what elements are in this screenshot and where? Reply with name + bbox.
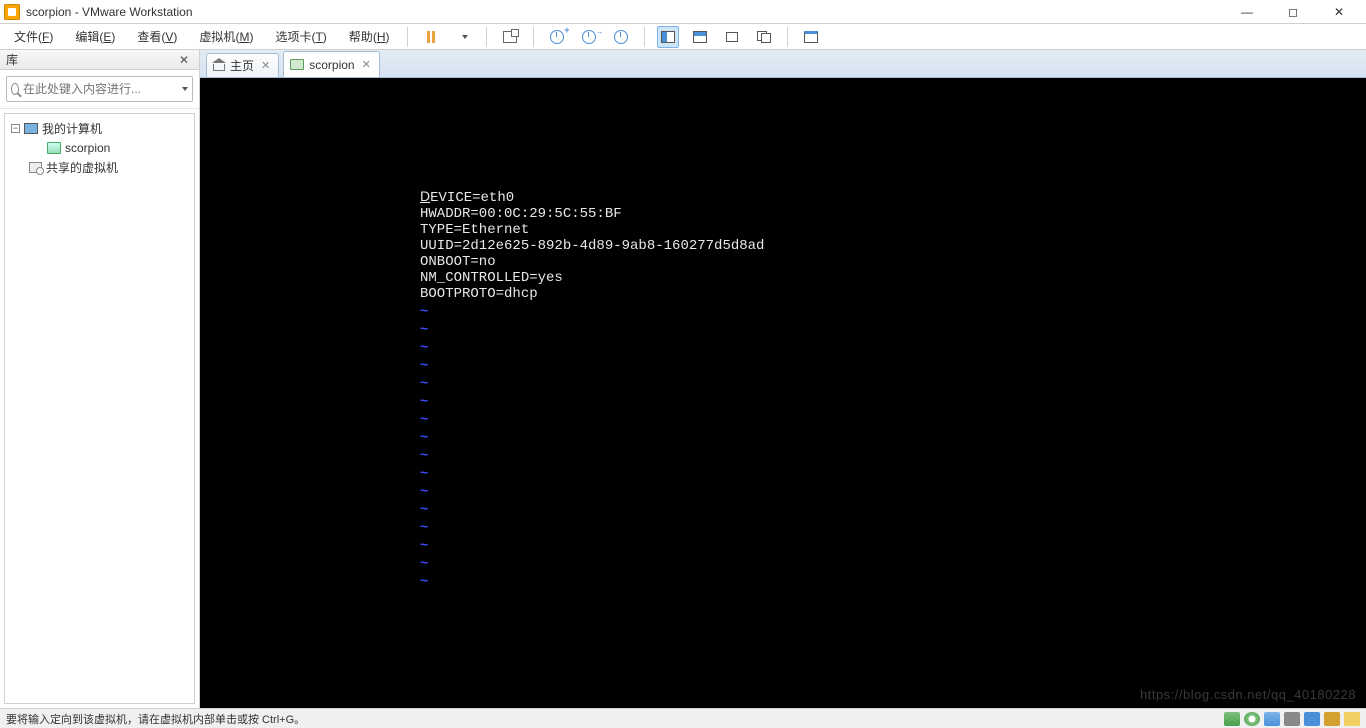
tab-home[interactable]: 主页 ✕: [206, 53, 279, 77]
menu-edit[interactable]: 编辑(E): [69, 26, 121, 47]
tree-label: 我的计算机: [42, 120, 102, 137]
content-area: 主页 ✕ scorpion ✕ DEVICE=eth0 HWADDR=00:0C…: [200, 50, 1366, 708]
pause-button[interactable]: [420, 26, 442, 48]
home-icon: [213, 61, 225, 71]
tab-scorpion[interactable]: scorpion ✕: [283, 51, 380, 77]
shared-icon: [29, 162, 42, 173]
search-box[interactable]: [6, 76, 193, 102]
tree-shared-vms[interactable]: 共享的虚拟机: [7, 157, 192, 178]
harddisk-icon[interactable]: [1224, 712, 1240, 726]
status-text: 要将输入定向到该虚拟机，请在虚拟机内部单击或按 Ctrl+G。: [6, 711, 305, 727]
unity-button[interactable]: [753, 26, 775, 48]
menu-tabs[interactable]: 选项卡(T): [269, 26, 332, 47]
power-dropdown[interactable]: [452, 26, 474, 48]
minimize-button[interactable]: —: [1224, 0, 1270, 24]
statusbar: 要将输入定向到该虚拟机，请在虚拟机内部单击或按 Ctrl+G。: [0, 708, 1366, 728]
snapshot-take-button[interactable]: [546, 26, 568, 48]
computer-icon: [24, 123, 38, 134]
close-button[interactable]: ✕: [1316, 0, 1362, 24]
vm-icon: [290, 59, 304, 70]
search-icon: [11, 83, 19, 95]
toolbar-separator: [644, 27, 645, 47]
sidebar-header: 库 ✕: [0, 50, 199, 70]
sidebar-title: 库: [6, 51, 18, 68]
tree-vm-scorpion[interactable]: scorpion: [7, 139, 192, 157]
tree-my-computer[interactable]: − 我的计算机: [7, 118, 192, 139]
library-sidebar: 库 ✕ − 我的计算机 scorpion: [0, 50, 200, 708]
library-button[interactable]: [800, 26, 822, 48]
app-icon: [4, 4, 20, 20]
toolbar-separator: [486, 27, 487, 47]
tab-close-button[interactable]: ✕: [259, 59, 272, 72]
maximize-button[interactable]: ◻: [1270, 0, 1316, 24]
tab-strip: 主页 ✕ scorpion ✕: [200, 50, 1366, 78]
menu-help[interactable]: 帮助(H): [343, 26, 396, 47]
console-output: DEVICE=eth0 HWADDR=00:0C:29:5C:55:BF TYP…: [420, 188, 1366, 590]
vm-console[interactable]: DEVICE=eth0 HWADDR=00:0C:29:5C:55:BF TYP…: [200, 78, 1366, 708]
status-icons: [1224, 712, 1360, 726]
fullscreen-button[interactable]: [721, 26, 743, 48]
snapshot-button[interactable]: [499, 26, 521, 48]
window-title: scorpion - VMware Workstation: [26, 5, 1224, 19]
search-input[interactable]: [23, 82, 178, 96]
snapshot-manager-button[interactable]: [610, 26, 632, 48]
menu-view[interactable]: 查看(V): [131, 26, 183, 47]
toolbar-separator: [407, 27, 408, 47]
collapse-icon[interactable]: −: [11, 124, 20, 133]
usb-icon[interactable]: [1324, 712, 1340, 726]
sidebar-close-button[interactable]: ✕: [175, 53, 193, 67]
search-dropdown-icon[interactable]: [182, 87, 188, 91]
tree-label: scorpion: [65, 141, 110, 155]
view-thumbnail-button[interactable]: [689, 26, 711, 48]
vm-icon: [47, 142, 61, 154]
toolbar-separator: [533, 27, 534, 47]
window-controls: — ◻ ✕: [1224, 0, 1362, 24]
network-icon[interactable]: [1264, 712, 1280, 726]
tab-close-button[interactable]: ✕: [360, 58, 373, 71]
menu-file[interactable]: 文件(F): [8, 26, 59, 47]
library-tree[interactable]: − 我的计算机 scorpion 共享的虚拟机: [4, 113, 195, 704]
search-row: [0, 70, 199, 109]
menubar: 文件(F) 编辑(E) 查看(V) 虚拟机(M) 选项卡(T) 帮助(H): [0, 24, 1366, 50]
printer-icon[interactable]: [1284, 712, 1300, 726]
view-sidebar-button[interactable]: [657, 26, 679, 48]
toolbar-separator: [787, 27, 788, 47]
snapshot-revert-button[interactable]: [578, 26, 600, 48]
menu-vm[interactable]: 虚拟机(M): [193, 26, 259, 47]
sound-icon[interactable]: [1304, 712, 1320, 726]
cdrom-icon[interactable]: [1244, 712, 1260, 726]
tab-label: 主页: [230, 57, 254, 74]
message-icon[interactable]: [1344, 712, 1360, 726]
tree-label: 共享的虚拟机: [46, 159, 118, 176]
watermark-text: https://blog.csdn.net/qq_40180228: [1140, 687, 1356, 702]
tab-label: scorpion: [309, 58, 354, 72]
window-titlebar: scorpion - VMware Workstation — ◻ ✕: [0, 0, 1366, 24]
